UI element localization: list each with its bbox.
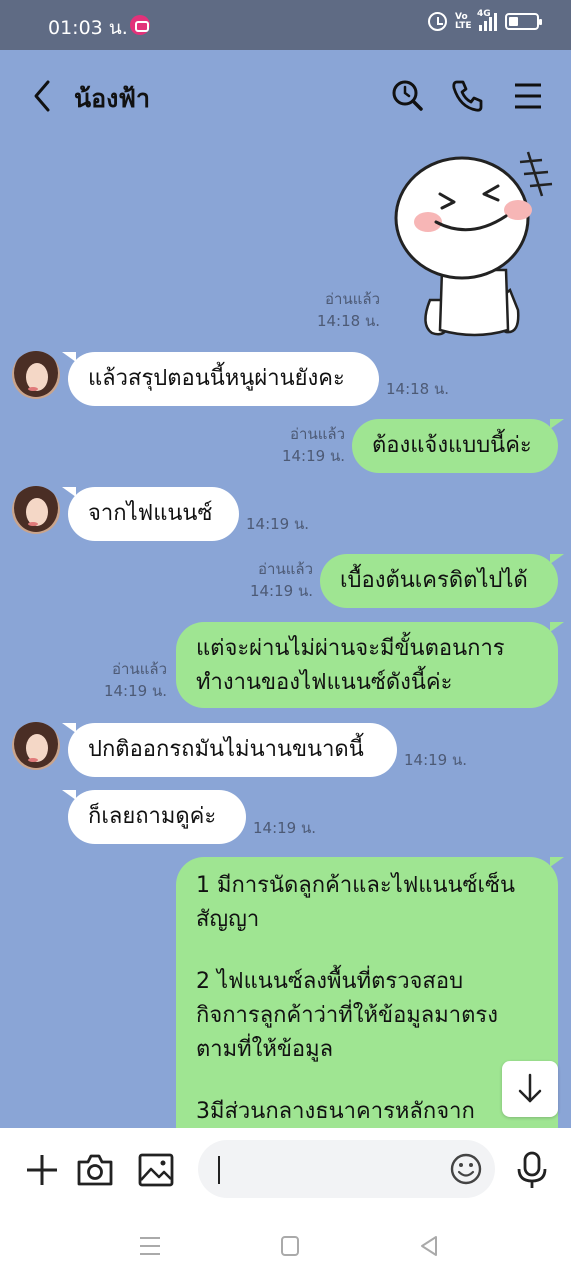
avatar[interactable] bbox=[12, 351, 60, 399]
search-icon[interactable] bbox=[388, 76, 428, 116]
avatar[interactable] bbox=[12, 486, 60, 534]
line-notification-icon bbox=[130, 15, 150, 35]
message-paragraph: 2 ไฟแนนซ์ลงพื้นที่ตรวจสอบ กิจการลูกค้าว่… bbox=[196, 965, 538, 1067]
read-receipt: อ่านแล้ว bbox=[325, 290, 380, 308]
chat-header: น้องฟ้า bbox=[0, 50, 571, 140]
chat-area[interactable]: อ่านแล้ว 14:18 น. แล้วสรุปตอนนี้หนูผ่านย… bbox=[0, 140, 571, 1128]
message-text-line: 2 ไฟแนนซ์ลงพื้นที่ตรวจสอบ bbox=[196, 969, 464, 994]
message-time: 14:19 น. bbox=[249, 582, 313, 600]
alarm-icon bbox=[428, 12, 447, 31]
image-icon[interactable] bbox=[136, 1150, 176, 1190]
message-meta: อ่านแล้ว 14:18 น. bbox=[300, 288, 380, 332]
text-cursor bbox=[218, 1156, 220, 1184]
read-receipt: อ่านแล้ว bbox=[112, 660, 167, 678]
message-time: 14:19 น. bbox=[246, 515, 310, 533]
message-time: 14:19 น. bbox=[404, 751, 468, 769]
phone-icon[interactable] bbox=[447, 76, 487, 116]
scroll-to-bottom-button[interactable] bbox=[502, 1061, 558, 1117]
message-bubble[interactable]: เบื้องต้นเครดิตไปได้ bbox=[320, 554, 564, 608]
battery-icon bbox=[505, 13, 542, 30]
message-time: 14:19 น. bbox=[253, 819, 317, 837]
message-text: ก็เลยถามดูค่ะ bbox=[88, 804, 217, 829]
volte-indicator: Vo LTE bbox=[455, 11, 472, 31]
message-bubble[interactable]: แต่จะผ่านไม่ผ่านจะมีขั้นตอนการ ทำงานของไ… bbox=[176, 622, 564, 708]
message-time: 14:19 น. bbox=[281, 447, 345, 465]
back-icon[interactable] bbox=[28, 76, 56, 116]
camera-icon[interactable] bbox=[75, 1150, 115, 1190]
message-input-bar bbox=[0, 1128, 571, 1212]
message-bubble[interactable]: แล้วสรุปตอนนี้หนูผ่านยังคะ bbox=[62, 352, 379, 406]
message-meta: อ่านแล้ว 14:19 น. bbox=[92, 658, 167, 702]
message-bubble[interactable]: ปกติออกรถมันไม่นานขนาดนี้ bbox=[62, 723, 397, 777]
plus-icon[interactable] bbox=[22, 1150, 62, 1190]
chat-title: น้องฟ้า bbox=[74, 84, 151, 113]
message-text: จากไฟแนนซ์ bbox=[88, 501, 213, 526]
message-text: เบื้องต้นเครดิตไปได้ bbox=[340, 568, 528, 593]
message-paragraph: 1 มีการนัดลูกค้าและไฟแนนซ์เซ็น สัญญา bbox=[196, 869, 538, 937]
emoji-icon[interactable] bbox=[448, 1151, 484, 1187]
menu-icon[interactable] bbox=[507, 76, 547, 116]
signal-icon: 4G bbox=[477, 9, 497, 31]
status-time: 01:03 น. bbox=[48, 17, 128, 39]
message-bubble[interactable]: ก็เลยถามดูค่ะ bbox=[62, 790, 246, 844]
message-meta: อ่านแล้ว 14:19 น. bbox=[238, 558, 313, 602]
message-text: ปกติออกรถมันไม่นานขนาดนี้ bbox=[88, 737, 364, 762]
message-time: 14:19 น. bbox=[103, 682, 167, 700]
message-bubble[interactable]: จากไฟแนนซ์ bbox=[62, 487, 239, 541]
recent-apps-icon[interactable] bbox=[136, 1232, 164, 1260]
message-text-line: 1 มีการนัดลูกค้าและไฟแนนซ์เซ็น bbox=[196, 873, 515, 898]
message-text: แล้วสรุปตอนนี้หนูผ่านยังคะ bbox=[88, 366, 345, 391]
network-type: 4G bbox=[477, 8, 491, 19]
message-bubble[interactable]: 1 มีการนัดลูกค้าและไฟแนนซ์เซ็น สัญญา 2 ไ… bbox=[176, 857, 564, 1128]
avatar[interactable] bbox=[12, 722, 60, 770]
message-time: 14:18 น. bbox=[316, 312, 380, 330]
message-text-line: ตามที่ให้ข้อมูล bbox=[196, 1037, 334, 1062]
message-text-line: กิจการลูกค้าว่าที่ให้ข้อมูลมาตรง bbox=[196, 1003, 498, 1028]
system-navigation-bar bbox=[0, 1212, 571, 1280]
home-icon[interactable] bbox=[276, 1232, 304, 1260]
message-text-line: แต่จะผ่านไม่ผ่านจะมีขั้นตอนการ bbox=[196, 636, 505, 661]
message-text: ต้องแจ้งแบบนี้ค่ะ bbox=[372, 433, 532, 458]
microphone-icon[interactable] bbox=[512, 1150, 552, 1190]
message-paragraph: 3มีส่วนกลางธนาคารหลักจาก bbox=[196, 1095, 538, 1128]
message-text-line: 3มีส่วนกลางธนาคารหลักจาก bbox=[196, 1099, 475, 1124]
status-icons: Vo LTE 4G bbox=[428, 9, 542, 31]
status-bar: 01:03 น. Vo LTE 4G bbox=[0, 0, 571, 50]
read-receipt: อ่านแล้ว bbox=[258, 560, 313, 578]
back-nav-icon[interactable] bbox=[416, 1232, 444, 1260]
message-time: 14:18 น. bbox=[386, 380, 450, 398]
message-text-line: สัญญา bbox=[196, 907, 260, 932]
message-bubble[interactable]: ต้องแจ้งแบบนี้ค่ะ bbox=[352, 419, 564, 473]
read-receipt: อ่านแล้ว bbox=[290, 425, 345, 443]
message-meta: อ่านแล้ว 14:19 น. bbox=[270, 423, 345, 467]
sticker-image[interactable] bbox=[390, 150, 560, 340]
message-text-line: ทำงานของไฟแนนซ์ดังนี้ค่ะ bbox=[196, 670, 453, 695]
